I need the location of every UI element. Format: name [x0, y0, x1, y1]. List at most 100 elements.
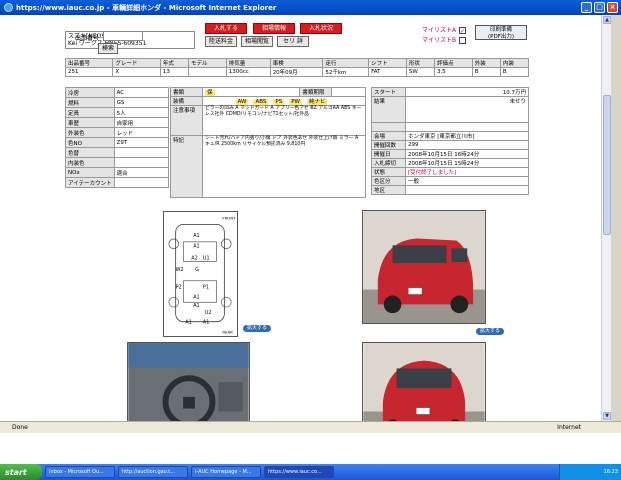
note-text: ビラーの凹み A マッドガード A アプリ一色アセ ⅢZ アルゴAA ABS キ…: [202, 105, 366, 136]
feature-label: 特記: [170, 135, 203, 198]
mark-6: G: [195, 267, 199, 273]
detail-label: 車歴: [65, 117, 115, 128]
maximize-icon[interactable]: □: [594, 2, 605, 13]
summary-value-cell: FAT: [368, 67, 407, 77]
detail-value: [405, 185, 529, 195]
task-inbox[interactable]: Inbox - Microsoft Ou...: [45, 466, 115, 478]
mark-12: A1: [185, 320, 191, 326]
summary-header-cell: 出品番号: [64, 58, 114, 68]
summary-header-cell: モデル: [187, 58, 227, 68]
equip-item: PS: [273, 99, 285, 105]
doc-row: 書類 保 書類期限: [170, 87, 366, 97]
mark-1: A1: [193, 233, 199, 239]
car-front-photo[interactable]: [362, 210, 486, 324]
detail-row: 外装色 レッド: [65, 127, 170, 138]
doc-label: 書類: [170, 87, 203, 97]
detail-row: 色替: [65, 147, 170, 158]
detail-row: 入札締切 2008年10月15日 15時24分: [371, 158, 529, 168]
equip-item: AW: [235, 99, 249, 105]
mylist-b-label: マイリストB: [422, 37, 457, 44]
minimize-icon[interactable]: _: [581, 2, 592, 13]
mylist-b[interactable]: マイリストB: [422, 35, 467, 44]
transport-fee-button[interactable]: 陸送料金: [205, 36, 237, 47]
detail-value: 2008年10月15日 15時24分: [405, 158, 529, 168]
mylist-a-checkbox[interactable]: ✓: [459, 27, 467, 35]
detail-row: 車歴 自家用: [65, 117, 170, 128]
search-button[interactable]: 検索: [98, 43, 118, 54]
detail-value: 2008年10月15日 16時24分: [405, 149, 529, 159]
lot-number-input[interactable]: [103, 31, 143, 41]
detail-value: 一般: [405, 176, 529, 186]
pdf-print-button[interactable]: 印刷準備 (PDF出力): [475, 25, 527, 40]
detail-label: アイテーカウント: [65, 177, 115, 188]
scroll-up-icon[interactable]: ▲: [603, 16, 611, 24]
expand-front-button[interactable]: 拡大する: [476, 328, 505, 335]
mark-8: P1: [203, 285, 209, 291]
mylist-a-label: マイリストA: [422, 27, 457, 34]
summary-header-cell: 排気量: [225, 58, 271, 68]
summary-value-cell: 20年09月: [269, 67, 324, 77]
expand-diagram-button[interactable]: 拡大する: [243, 325, 272, 332]
market-info-button[interactable]: 相場情報: [253, 23, 295, 34]
equip-item: 純ナビ: [306, 99, 328, 105]
scroll-thumb[interactable]: [603, 95, 611, 235]
bid-status-button[interactable]: 入札状況: [300, 23, 342, 34]
detail-label: 色替: [65, 147, 115, 158]
detail-row: アイテーカウント: [65, 177, 170, 188]
summary-header-cell: 車検: [269, 58, 324, 68]
doc-value: 保: [201, 87, 301, 97]
detail-row: 色NO Z9T: [65, 137, 170, 148]
car-rear-photo[interactable]: [362, 342, 486, 421]
detail-row: [371, 122, 529, 132]
summary-value-cell: B: [471, 67, 501, 77]
auction-detail-button[interactable]: セリ 詳: [277, 36, 309, 47]
interior-photo[interactable]: [127, 342, 250, 421]
summary-header-cell: シフト: [368, 58, 407, 68]
ie-icon: [4, 3, 13, 12]
system-tray: 16:23: [559, 464, 621, 480]
detail-value: [113, 157, 170, 168]
detail-row: 状態 [受付終了しました]: [371, 167, 529, 177]
detail-label: スタート: [371, 87, 406, 97]
bid-button[interactable]: 入札する: [205, 23, 247, 34]
window-edge: [611, 15, 621, 421]
detail-value: レッド: [113, 127, 170, 138]
detail-row: スタート 10.7万円: [371, 87, 529, 97]
detail-value: [405, 122, 529, 132]
details-mid-table: 書類 保 書類期限 装備 AW ABS PS PW 純ナビ 注意事項 ビラーの凹み A …: [170, 87, 366, 198]
close-icon[interactable]: ×: [607, 2, 618, 13]
market-browse-button[interactable]: 相場閲覧: [241, 36, 273, 47]
detail-label: 外装色: [65, 127, 115, 138]
doc-date-label: 書類期限: [299, 87, 333, 97]
mark-11: U2: [205, 310, 212, 316]
detail-row: 会場 ホンダ東京 [東京都立川市]: [371, 131, 529, 141]
summary-header-cell: 評価点: [433, 58, 473, 68]
details-right-table: スタート 10.7万円 結果 未せり 会場 ホンダ東京 [東京都立川市] 開催回数 299 開催…: [371, 87, 529, 195]
detail-label: 内装色: [65, 157, 115, 168]
page-content: スズキ[NEOS01][4039] Kei ワークス HN5S-609351 出…: [0, 15, 611, 421]
detail-value: [受付終了しました]: [405, 167, 529, 177]
summary-header-cell: グレード: [112, 58, 161, 68]
mark-4: U1: [203, 255, 210, 261]
detail-row: 地区: [371, 185, 529, 195]
mylist-b-checkbox[interactable]: [459, 37, 467, 44]
scroll-down-icon[interactable]: ▼: [603, 412, 611, 420]
detail-label: 入札締切: [371, 158, 406, 168]
task-iauc-home[interactable]: i-AUC Homepage - M...: [191, 466, 261, 478]
summary-header-row: 出品番号 グレード 年式 モデル 排気量 車検 走行 シフト 形状 評価点 外装 内装: [64, 58, 530, 68]
summary-value-cell: 1300cc: [225, 67, 271, 77]
summary-value-cell: 3.5: [433, 67, 473, 77]
summary-header-cell: 走行: [322, 58, 370, 68]
feature-text: シート汚れ/ハドア内張り/小傷 ドア 外装色あせ 外装仕上げ跡 ミラー A キュ…: [202, 135, 366, 198]
task-iauc[interactable]: https://www.iauc.co...: [264, 466, 334, 478]
start-button[interactable]: start: [0, 464, 42, 480]
detail-label: 地区: [371, 185, 406, 195]
task-auction[interactable]: http://auction.gao.t...: [118, 466, 188, 478]
summary-value-cell: 13: [159, 67, 189, 77]
summary-value-row: 251 X 13 1300cc 20年09月 52千km FAT SW 3.5 B B: [64, 67, 530, 77]
detail-row: NOx 適合: [65, 167, 170, 178]
vertical-scrollbar[interactable]: ▲ ▼: [601, 15, 611, 421]
pdf-line-2: (PDF出力): [487, 33, 514, 40]
summary-value-cell: [187, 67, 227, 77]
mylist-a[interactable]: マイリストA ✓: [422, 25, 467, 35]
